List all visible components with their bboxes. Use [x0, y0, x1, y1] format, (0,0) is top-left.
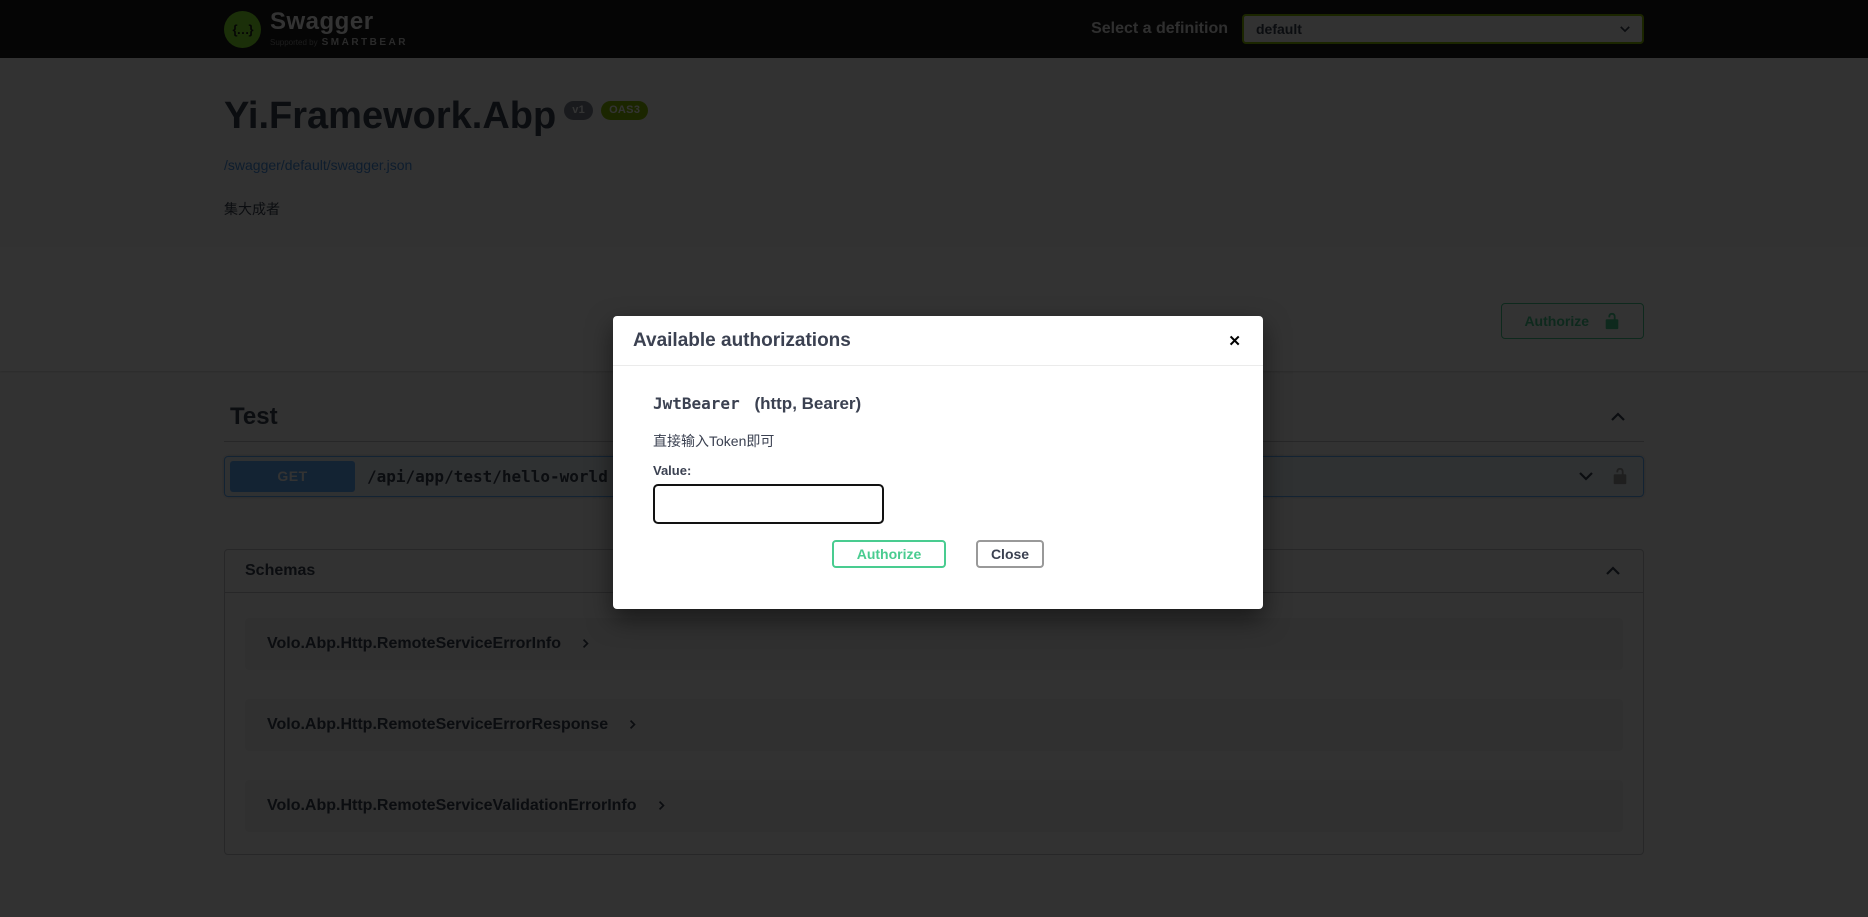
- token-value-input[interactable]: [653, 484, 884, 524]
- modal-header: Available authorizations ✕: [613, 316, 1263, 366]
- value-label: Value:: [653, 463, 1223, 478]
- modal-authorize-button[interactable]: Authorize: [832, 540, 946, 568]
- auth-scheme-description: 直接输入Token即可: [653, 431, 1223, 451]
- authorizations-modal: Available authorizations ✕ JwtBearer (ht…: [613, 316, 1263, 609]
- modal-actions: Authorize Close: [653, 540, 1223, 568]
- modal-body: JwtBearer (http, Bearer) 直接输入Token即可 Val…: [613, 366, 1263, 604]
- auth-scheme-name: JwtBearer: [653, 394, 740, 413]
- auth-scheme-heading: JwtBearer (http, Bearer): [653, 394, 1223, 414]
- auth-scheme-type: (http, Bearer): [754, 394, 861, 413]
- swagger-ui-page: {…} Swagger Supported by SMARTBEAR Selec…: [0, 0, 1868, 917]
- modal-title: Available authorizations: [633, 330, 851, 352]
- modal-close-button[interactable]: Close: [976, 540, 1044, 568]
- close-icon[interactable]: ✕: [1228, 332, 1241, 350]
